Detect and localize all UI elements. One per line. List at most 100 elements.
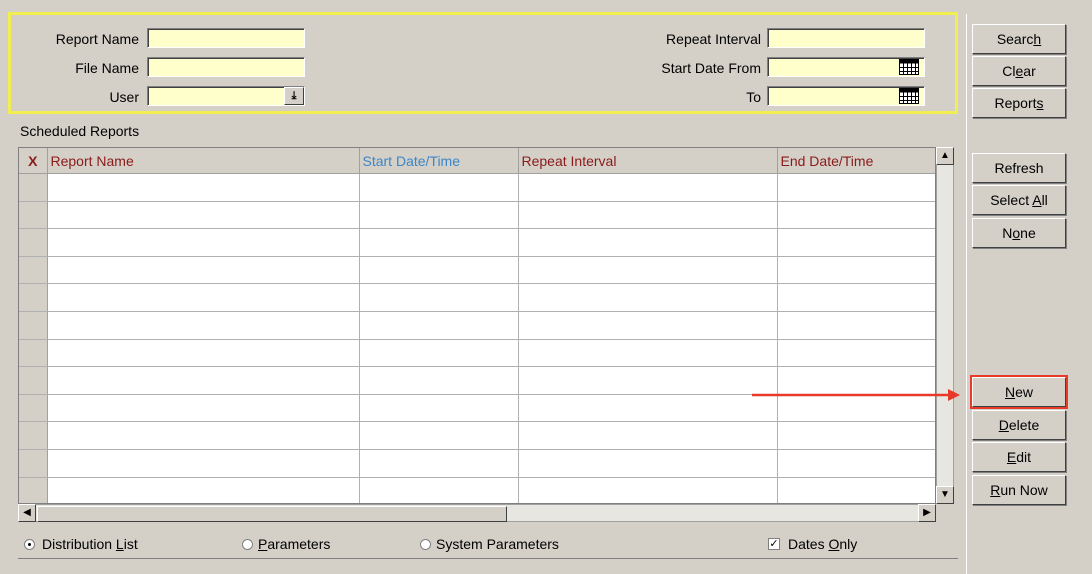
- table-row[interactable]: [19, 228, 935, 257]
- table-cell[interactable]: [47, 339, 360, 368]
- table-cell[interactable]: [47, 477, 360, 503]
- table-cell[interactable]: [359, 477, 519, 503]
- table-cell[interactable]: [777, 283, 935, 312]
- table-cell[interactable]: [777, 201, 935, 230]
- user-dropdown-button[interactable]: ⤓: [284, 87, 304, 105]
- table-row[interactable]: [19, 477, 935, 503]
- row-selector-cell[interactable]: [19, 339, 48, 368]
- table-cell[interactable]: [777, 228, 935, 257]
- row-selector-cell[interactable]: [19, 394, 48, 423]
- table-cell[interactable]: [518, 477, 778, 503]
- table-cell[interactable]: [47, 256, 360, 285]
- table-cell[interactable]: [518, 173, 778, 202]
- row-selector-cell[interactable]: [19, 477, 48, 503]
- table-row[interactable]: [19, 449, 935, 478]
- horizontal-scroll-thumb[interactable]: [37, 506, 507, 522]
- table-cell[interactable]: [359, 421, 519, 450]
- table-cell[interactable]: [47, 173, 360, 202]
- column-header-delete[interactable]: X: [19, 148, 48, 174]
- table-cell[interactable]: [777, 173, 935, 202]
- row-selector-cell[interactable]: [19, 256, 48, 285]
- column-header-report-name[interactable]: Report Name: [47, 148, 360, 174]
- table-cell[interactable]: [47, 283, 360, 312]
- table-cell[interactable]: [777, 311, 935, 340]
- table-cell[interactable]: [359, 256, 519, 285]
- parameters-radio[interactable]: [242, 539, 253, 550]
- file-name-input[interactable]: [147, 57, 305, 77]
- table-cell[interactable]: [47, 421, 360, 450]
- none-button[interactable]: None: [972, 218, 1066, 248]
- table-cell[interactable]: [47, 366, 360, 395]
- table-cell[interactable]: [359, 283, 519, 312]
- repeat-interval-input[interactable]: [767, 28, 925, 48]
- table-cell[interactable]: [518, 339, 778, 368]
- column-header-start-date-time[interactable]: Start Date/Time: [359, 148, 519, 174]
- table-cell[interactable]: [777, 477, 935, 503]
- table-cell[interactable]: [777, 339, 935, 368]
- row-selector-cell[interactable]: [19, 449, 48, 478]
- run-now-button[interactable]: Run Now: [972, 475, 1066, 505]
- system-parameters-radio[interactable]: [420, 539, 431, 550]
- new-button[interactable]: New: [970, 375, 1068, 409]
- column-header-end-date-time[interactable]: End Date/Time: [777, 148, 935, 174]
- table-row[interactable]: [19, 339, 935, 368]
- table-cell[interactable]: [518, 283, 778, 312]
- column-header-repeat-interval[interactable]: Repeat Interval: [518, 148, 778, 174]
- row-selector-cell[interactable]: [19, 283, 48, 312]
- grid-vertical-scrollbar[interactable]: ▲ ▼: [936, 147, 954, 504]
- table-cell[interactable]: [518, 449, 778, 478]
- row-selector-cell[interactable]: [19, 366, 48, 395]
- table-cell[interactable]: [518, 201, 778, 230]
- table-row[interactable]: [19, 173, 935, 202]
- table-cell[interactable]: [518, 421, 778, 450]
- scroll-right-button[interactable]: ▶: [918, 504, 936, 522]
- scroll-up-button[interactable]: ▲: [936, 147, 954, 165]
- row-selector-cell[interactable]: [19, 311, 48, 340]
- table-cell[interactable]: [518, 366, 778, 395]
- table-row[interactable]: [19, 256, 935, 285]
- scroll-down-button[interactable]: ▼: [936, 486, 954, 504]
- table-cell[interactable]: [359, 228, 519, 257]
- scroll-left-button[interactable]: ◀: [18, 504, 36, 522]
- table-row[interactable]: [19, 421, 935, 450]
- table-cell[interactable]: [359, 449, 519, 478]
- calendar-icon[interactable]: [899, 59, 919, 75]
- table-cell[interactable]: [359, 394, 519, 423]
- table-cell[interactable]: [518, 311, 778, 340]
- refresh-button[interactable]: Refresh: [972, 153, 1066, 183]
- table-cell[interactable]: [518, 256, 778, 285]
- delete-button[interactable]: Delete: [972, 410, 1066, 440]
- row-selector-cell[interactable]: [19, 201, 48, 230]
- table-cell[interactable]: [359, 173, 519, 202]
- distribution-list-radio[interactable]: [24, 539, 35, 550]
- dates-only-checkbox[interactable]: ✓: [768, 538, 780, 550]
- clear-button[interactable]: Clear: [972, 56, 1066, 86]
- select-all-button[interactable]: Select All: [972, 185, 1066, 215]
- table-cell[interactable]: [359, 366, 519, 395]
- row-selector-cell[interactable]: [19, 173, 48, 202]
- table-cell[interactable]: [359, 311, 519, 340]
- table-row[interactable]: [19, 201, 935, 230]
- grid-horizontal-scrollbar[interactable]: ◀ ▶: [18, 504, 936, 522]
- calendar-icon[interactable]: [899, 88, 919, 104]
- reports-button[interactable]: Reports: [972, 88, 1066, 118]
- search-button[interactable]: Search: [972, 24, 1066, 54]
- report-name-input[interactable]: [147, 28, 305, 48]
- table-cell[interactable]: [47, 311, 360, 340]
- table-cell[interactable]: [518, 394, 778, 423]
- table-cell[interactable]: [777, 256, 935, 285]
- table-cell[interactable]: [47, 449, 360, 478]
- table-row[interactable]: [19, 311, 935, 340]
- table-cell[interactable]: [359, 339, 519, 368]
- user-select[interactable]: [147, 86, 305, 106]
- table-cell[interactable]: [47, 201, 360, 230]
- table-cell[interactable]: [777, 449, 935, 478]
- table-row[interactable]: [19, 283, 935, 312]
- table-cell[interactable]: [777, 421, 935, 450]
- edit-button[interactable]: Edit: [972, 442, 1066, 472]
- table-cell[interactable]: [47, 228, 360, 257]
- table-cell[interactable]: [359, 201, 519, 230]
- row-selector-cell[interactable]: [19, 228, 48, 257]
- row-selector-cell[interactable]: [19, 421, 48, 450]
- table-cell[interactable]: [518, 228, 778, 257]
